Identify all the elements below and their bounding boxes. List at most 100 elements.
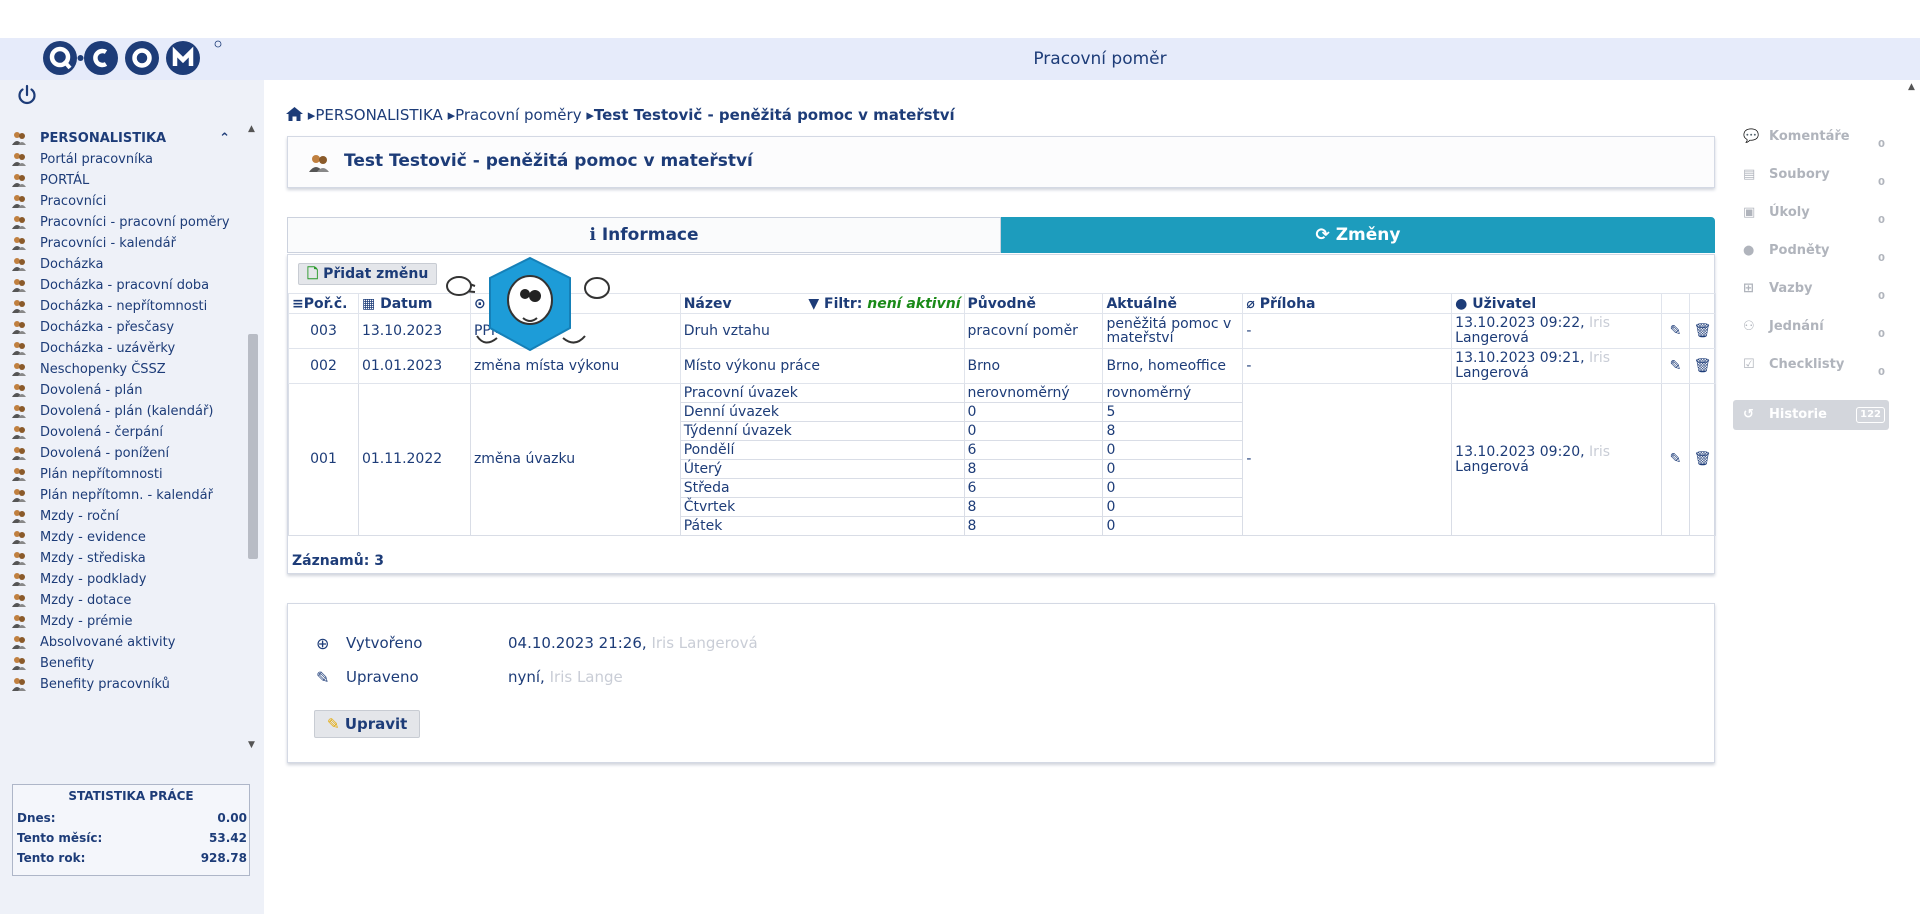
power-icon[interactable] bbox=[16, 84, 38, 106]
sidebar-item[interactable]: Plán nepřítomn. - kalendář bbox=[12, 485, 248, 506]
lightbulb-icon: ● bbox=[1743, 243, 1755, 258]
trash-icon[interactable]: 🗑 bbox=[1694, 323, 1712, 339]
sidebar-item[interactable]: Benefity pracovníků bbox=[12, 674, 248, 695]
add-change-button[interactable]: 🗋 Přidat změnu bbox=[298, 263, 438, 285]
sidebar-item[interactable]: Neschopenky ČSSZ bbox=[12, 359, 248, 380]
user-cell: 13.10.2023 09:21, Iris Langerová bbox=[1451, 348, 1662, 384]
edit-pencil-icon[interactable]: ✎ bbox=[1670, 358, 1682, 374]
side-button-label: Historie bbox=[1769, 407, 1827, 422]
side-button-history[interactable]: ↺ Historie 122 bbox=[1733, 400, 1889, 430]
sidebar-item[interactable]: Portál pracovníka bbox=[12, 149, 248, 170]
home-icon[interactable] bbox=[286, 107, 303, 121]
side-button-clipboard[interactable]: ▣ Úkoly 0 bbox=[1733, 198, 1889, 228]
sidebar-item[interactable]: Docházka - pracovní doba bbox=[12, 275, 248, 296]
sidebar-item[interactable]: Dovolená - čerpání bbox=[12, 422, 248, 443]
side-button-label: Checklisty bbox=[1769, 357, 1845, 372]
paperclip-icon: ⌀ bbox=[1246, 295, 1255, 312]
sidebar-item-label: Pracovníci - pracovní poměry bbox=[40, 215, 230, 230]
sidebar-item-label: Pracovníci bbox=[40, 194, 107, 209]
side-button-checkbox[interactable]: ☑ Checklisty 0 bbox=[1733, 350, 1889, 380]
side-button-label: Soubory bbox=[1769, 167, 1830, 182]
col-header-number[interactable]: ≡Poř.č. bbox=[288, 293, 359, 314]
sidebar-item-label: Neschopenky ČSSZ bbox=[40, 362, 166, 377]
employees-icon bbox=[12, 341, 28, 355]
table-subrow[interactable]: 001 01.11.2022 změna úvazku Pracovní úvazek… bbox=[288, 383, 1717, 536]
cell-original: 8 bbox=[963, 497, 1104, 517]
side-button-lightbulb[interactable]: ● Podněty 0 bbox=[1733, 236, 1889, 266]
cell-name: Pátek bbox=[679, 516, 965, 536]
created-user: Iris Langerová bbox=[651, 634, 758, 652]
employees-icon bbox=[12, 488, 28, 502]
sidebar-item[interactable]: Docházka bbox=[12, 254, 248, 275]
user-cell: 13.10.2023 09:20, Iris Langerová bbox=[1451, 383, 1662, 536]
sidebar-item[interactable]: Pracovníci - kalendář bbox=[12, 233, 248, 254]
right-sidebar: 💬 Komentáře 0 ▤ Soubory 0 ▣ Úkoly 0 ● Podněty 0 ⊞ Vaz… bbox=[1733, 122, 1889, 438]
count-badge: 0 bbox=[1878, 215, 1885, 226]
sidebar-item-label: Docházka - nepřítomnosti bbox=[40, 299, 208, 314]
breadcrumb-current: Test Testovič - peněžitá pomoc v mateřst… bbox=[593, 106, 955, 124]
sidebar-item[interactable]: Docházka - uzávěrky bbox=[12, 338, 248, 359]
employees-icon bbox=[12, 425, 28, 439]
file-icon: ▤ bbox=[1743, 167, 1756, 182]
cell-name: Týdenní úvazek bbox=[679, 421, 965, 441]
sidebar-item[interactable]: Mzdy - střediska bbox=[12, 548, 248, 569]
work-statistics-panel: STATISTIKA PRÁCE Dnes: 0.00 Tento měsíc: 5… bbox=[12, 784, 250, 876]
edit-button[interactable]: ✎ Upravit bbox=[314, 710, 421, 738]
col-header-user[interactable]: ● Uživatel bbox=[1451, 293, 1662, 314]
breadcrumb-personalistika[interactable]: PERSONALISTIKA bbox=[315, 106, 442, 124]
scrollbar-thumb[interactable] bbox=[248, 334, 258, 559]
sidebar-scrollbar[interactable]: ▲ ▼ bbox=[246, 124, 260, 756]
record-title: Test Testovič - peněžitá pomoc v mateřst… bbox=[344, 151, 753, 171]
side-button-file[interactable]: ▤ Soubory 0 bbox=[1733, 160, 1889, 190]
sidebar-item-label: Pracovníci - kalendář bbox=[40, 236, 176, 251]
breadcrumb-pracovni-pomery[interactable]: Pracovní poměry bbox=[455, 106, 581, 124]
sidebar-section-personalistika[interactable]: PERSONALISTIKA ⌃ bbox=[12, 128, 248, 149]
sidebar-item[interactable]: Pracovníci bbox=[12, 191, 248, 212]
side-button-sitemap[interactable]: ⊞ Vazby 0 bbox=[1733, 274, 1889, 304]
side-button-people[interactable]: ⚇ Jednání 0 bbox=[1733, 312, 1889, 342]
user-last-name: Langerová bbox=[1455, 330, 1529, 346]
tabs: ℹ Informace ⟳ Změny bbox=[287, 217, 1715, 253]
sidebar-item[interactable]: Absolvované aktivity bbox=[12, 632, 248, 653]
col-header-original[interactable]: Původně bbox=[963, 293, 1104, 314]
col-header-current[interactable]: Aktuálně bbox=[1102, 293, 1244, 314]
sidebar-item-label: Dovolená - plán bbox=[40, 383, 143, 398]
sidebar-item-label: Mzdy - podklady bbox=[40, 572, 147, 587]
sidebar-item[interactable]: Plán nepřítomnosti bbox=[12, 464, 248, 485]
trash-icon[interactable]: 🗑 bbox=[1694, 451, 1712, 467]
cell-attachment: - bbox=[1242, 383, 1453, 536]
employees-icon bbox=[12, 257, 28, 271]
sidebar-item[interactable]: Mzdy - podklady bbox=[12, 569, 248, 590]
edit-pencil-icon[interactable]: ✎ bbox=[1670, 451, 1682, 467]
trash-icon[interactable]: 🗑 bbox=[1694, 358, 1712, 374]
cell-number: 001 bbox=[288, 383, 359, 536]
sidebar-item[interactable]: Mzdy - evidence bbox=[12, 527, 248, 548]
sidebar-item[interactable]: Docházka - přesčasy bbox=[12, 317, 248, 338]
main-scrollbar[interactable]: ▲ bbox=[1906, 80, 1920, 880]
employees-icon bbox=[12, 593, 28, 607]
sidebar-item[interactable]: Dovolená - plán (kalendář) bbox=[12, 401, 248, 422]
col-header-name[interactable]: Název ▼ Filtr: není aktivní bbox=[679, 293, 965, 314]
sidebar-item-label: PORTÁL bbox=[40, 173, 90, 188]
sidebar-item[interactable]: PORTÁL bbox=[12, 170, 248, 191]
edit-pencil-icon[interactable]: ✎ bbox=[1670, 323, 1682, 339]
sidebar-item[interactable]: Benefity bbox=[12, 653, 248, 674]
pencil-icon: ✎ bbox=[316, 668, 330, 687]
comment-icon: 💬 bbox=[1743, 129, 1760, 144]
cell-current: 0 bbox=[1102, 478, 1244, 498]
col-header-attachment[interactable]: ⌀ Příloha bbox=[1242, 293, 1453, 314]
sidebar-item[interactable]: Mzdy - dotace bbox=[12, 590, 248, 611]
filter-status[interactable]: ▼ Filtr: není aktivní bbox=[808, 296, 960, 312]
sidebar-item[interactable]: Mzdy - roční bbox=[12, 506, 248, 527]
updated-user: Iris Lange bbox=[549, 668, 623, 686]
sidebar-item[interactable]: Dovolená - ponížení bbox=[12, 443, 248, 464]
chevron-up-icon[interactable]: ⌃ bbox=[219, 131, 230, 146]
tab-zmeny[interactable]: ⟳ Změny bbox=[1001, 217, 1715, 253]
sidebar-item[interactable]: Dovolená - plán bbox=[12, 380, 248, 401]
stats-row-year: Tento rok: 928.78 bbox=[17, 851, 247, 865]
sidebar-item[interactable]: Mzdy - prémie bbox=[12, 611, 248, 632]
sidebar-item[interactable]: Docházka - nepřítomnosti bbox=[12, 296, 248, 317]
tab-informace[interactable]: ℹ Informace bbox=[287, 217, 1001, 253]
side-button-comment[interactable]: 💬 Komentáře 0 bbox=[1733, 122, 1889, 152]
sidebar-item[interactable]: Pracovníci - pracovní poměry bbox=[12, 212, 248, 233]
